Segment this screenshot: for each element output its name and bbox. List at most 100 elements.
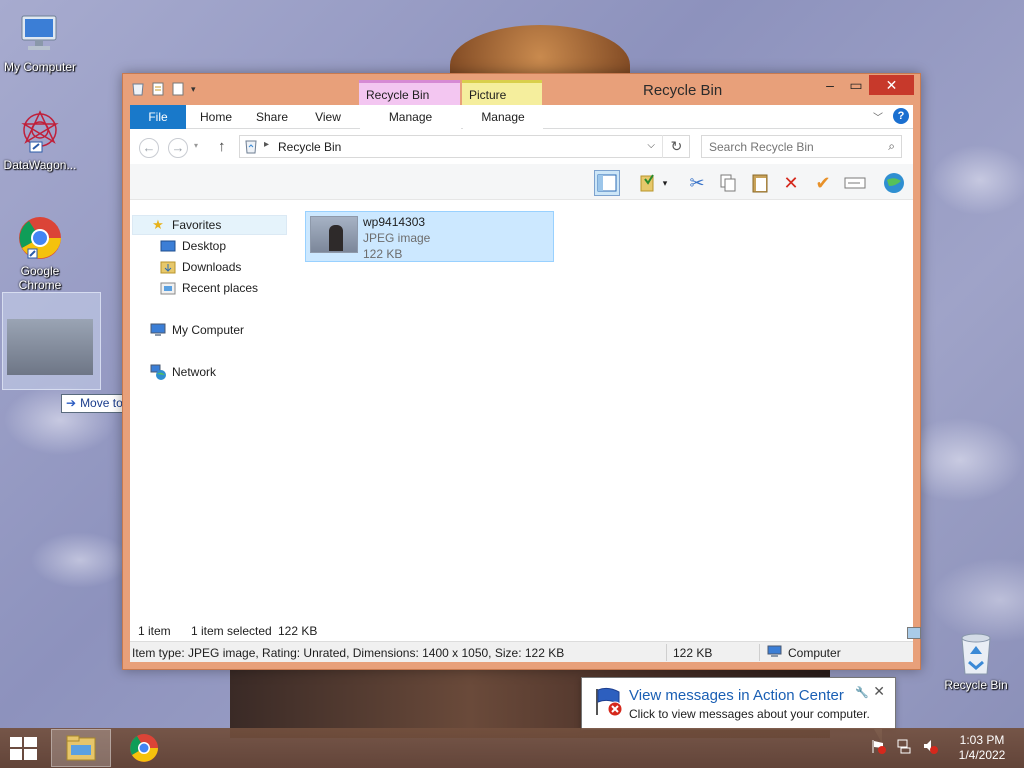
ribbon-tabs: File Home Share View Manage Manage ﹀ ? (130, 105, 913, 129)
nav-favorites[interactable]: ★ Favorites (132, 215, 287, 235)
details-bar: Item type: JPEG image, Rating: Unrated, … (130, 641, 913, 662)
select-dropdown-icon[interactable]: ▾ (658, 170, 672, 196)
system-clock[interactable]: 1:03 PM 1/4/2022 (952, 733, 1012, 763)
maximize-button[interactable]: ▭ (843, 75, 869, 95)
action-center-tray-icon[interactable] (870, 738, 886, 757)
selected-count: 1 item selected (191, 624, 272, 638)
properties-globe-icon[interactable] (881, 170, 907, 196)
explorer-window[interactable]: ▾ Recycle Bin Tools Picture Tools Recycl… (122, 73, 921, 670)
file-item[interactable]: wp9414303 JPEG image 122 KB (305, 211, 554, 262)
large-icons-view-icon[interactable] (907, 627, 921, 639)
tab-home[interactable]: Home (188, 105, 244, 129)
arrow-right-icon: ➔ (66, 396, 77, 410)
restore-icon[interactable]: ✔ (810, 170, 836, 196)
desktop-icon-google-chrome[interactable]: Google Chrome (0, 214, 80, 292)
start-button[interactable] (10, 737, 38, 761)
recycle-bin-small-icon (131, 82, 145, 96)
nav-network-label: Network (172, 365, 217, 379)
window-title: Recycle Bin (643, 82, 723, 99)
new-folder-icon[interactable] (171, 82, 185, 96)
tab-recycle-bin-manage[interactable]: Manage (360, 105, 461, 129)
help-icon[interactable]: ? (893, 108, 909, 124)
nav-my-computer-label: My Computer (172, 323, 245, 337)
details-location: Computer (788, 646, 841, 660)
tab-file[interactable]: File (130, 105, 186, 129)
network-tray-icon[interactable] (896, 738, 912, 757)
nav-network[interactable]: Network (150, 362, 216, 382)
details-info: Item type: JPEG image, Rating: Unrated, … (132, 646, 565, 660)
back-button[interactable]: ← (139, 138, 159, 158)
customize-quick-access-icon[interactable]: ▾ (191, 82, 205, 96)
navigation-pane: ★ Favorites Desktop Downloads Recent pla… (130, 201, 290, 620)
minimize-button[interactable]: ‒ (817, 75, 843, 95)
forward-button[interactable]: → (168, 138, 188, 158)
nav-recent-places[interactable]: Recent places (160, 278, 258, 298)
copy-icon[interactable] (715, 170, 741, 196)
desktop-icon-recycle-bin[interactable]: Recycle Bin (936, 632, 1016, 692)
desktop-icon-datawagon[interactable]: DataWagon... (0, 108, 80, 172)
close-notification-icon[interactable]: ✕ (873, 683, 885, 700)
file-size: 122 KB (363, 247, 403, 261)
up-button[interactable]: ↑ (218, 138, 226, 155)
cut-icon[interactable]: ✂ (684, 170, 710, 196)
preview-pane-icon[interactable] (594, 170, 620, 196)
file-list[interactable]: wp9414303 JPEG image 122 KB (290, 201, 913, 620)
navigation-bar: ← → ▾ ↑ ▸ Recycle Bin ⌵ ↻ ⌕ (130, 130, 913, 164)
details-divider (759, 644, 760, 661)
address-bar[interactable]: ▸ Recycle Bin ⌵ (239, 135, 690, 158)
tab-share[interactable]: Share (246, 105, 298, 129)
details-divider (666, 644, 667, 661)
image-thumbnail (310, 216, 358, 253)
windows-logo-icon (10, 737, 37, 760)
search-icon[interactable]: ⌕ (888, 139, 895, 154)
properties-icon[interactable] (151, 82, 165, 96)
recycle-bin-small-icon (244, 139, 258, 154)
rename-icon[interactable] (842, 170, 868, 196)
item-count: 1 item (138, 624, 171, 638)
breadcrumb-recycle-bin[interactable]: Recycle Bin (278, 140, 341, 154)
nav-desktop[interactable]: Desktop (160, 236, 226, 256)
desktop-icon-my-computer[interactable]: My Computer (0, 10, 80, 74)
system-tray (870, 738, 938, 757)
file-type: JPEG image (363, 231, 431, 245)
notification-message: Click to view messages about your comput… (629, 707, 870, 721)
refresh-button[interactable]: ↻ (662, 135, 690, 158)
pin-icon[interactable]: 🔧 (855, 686, 869, 699)
search-input[interactable] (702, 136, 872, 157)
title-bar[interactable]: ▾ Recycle Bin Tools Picture Tools Recycl… (123, 74, 920, 127)
recent-locations-icon[interactable]: ▾ (194, 141, 198, 150)
taskbar-file-explorer[interactable] (51, 729, 111, 767)
paste-icon[interactable] (747, 170, 773, 196)
ribbon-right-controls: ﹀ ? (873, 108, 909, 124)
nav-recent-places-label: Recent places (182, 281, 259, 295)
search-box[interactable]: ⌕ (701, 135, 902, 158)
action-center-flag-icon (593, 687, 625, 717)
details-size: 122 KB (673, 646, 713, 660)
quick-access-toolbar: ▾ (131, 82, 205, 96)
file-name: wp9414303 (363, 215, 426, 229)
address-dropdown-icon[interactable]: ⌵ (647, 140, 655, 151)
star-icon: ★ (152, 217, 164, 232)
breadcrumb-separator-icon[interactable]: ▸ (264, 139, 269, 150)
recent-places-icon (160, 280, 176, 296)
delete-icon[interactable]: ✕ (778, 170, 804, 196)
desktop-icon-label: Recycle Bin (944, 678, 1008, 692)
nav-favorites-label: Favorites (172, 218, 222, 232)
computer-icon (16, 10, 64, 58)
nav-downloads[interactable]: Downloads (160, 257, 241, 277)
status-bar: 1 item 1 item selected 122 KB (130, 620, 921, 641)
notification-title[interactable]: View messages in Action Center (629, 687, 844, 704)
expand-ribbon-icon[interactable]: ﹀ (873, 109, 883, 124)
taskbar-chrome[interactable] (114, 729, 174, 767)
action-center-notification[interactable]: View messages in Action Center Click to … (581, 677, 896, 730)
selected-size: 122 KB (278, 624, 318, 638)
nav-my-computer[interactable]: My Computer (150, 320, 244, 340)
recycle-bin-tools-label: Recycle Bin Tools (359, 80, 460, 127)
tab-view[interactable]: View (300, 105, 356, 129)
desktop-icon-label: My Computer (3, 60, 77, 74)
window-body: File Home Share View Manage Manage ﹀ ? ←… (130, 105, 921, 662)
window-controls: ‒ ▭ ✕ (817, 75, 914, 95)
volume-muted-icon[interactable] (922, 738, 938, 757)
close-button[interactable]: ✕ (869, 75, 914, 95)
tab-picture-manage[interactable]: Manage (463, 105, 543, 129)
